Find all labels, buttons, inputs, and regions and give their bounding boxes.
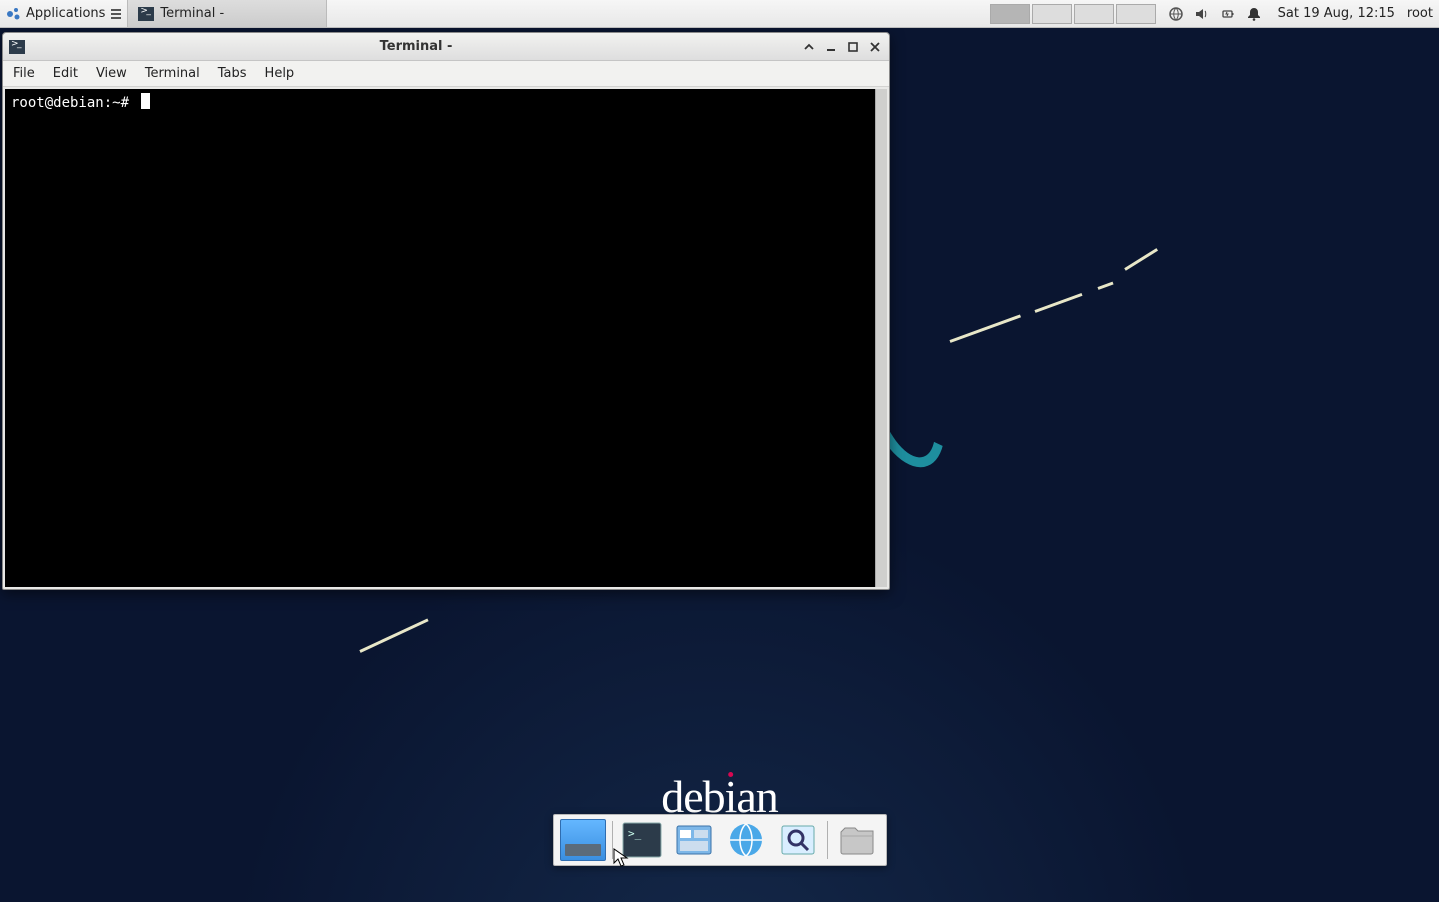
dock-terminal[interactable]: >_	[619, 819, 665, 861]
dock-show-desktop[interactable]	[560, 819, 606, 861]
applications-menu-label: Applications	[26, 6, 105, 21]
dock-separator	[827, 821, 828, 859]
dock-app-finder[interactable]	[775, 819, 821, 861]
folder-icon	[837, 822, 877, 858]
dock-panel: >_	[553, 814, 887, 866]
web-browser-icon	[726, 822, 766, 858]
terminal-menubar: File Edit View Terminal Tabs Help	[3, 61, 889, 87]
top-panel: Applications Terminal - Sat 19 Aug, 12:1…	[0, 0, 1439, 28]
maximize-button[interactable]	[845, 40, 861, 54]
terminal-output[interactable]: root@debian:~#	[5, 89, 875, 587]
menu-terminal[interactable]: Terminal	[145, 66, 200, 81]
dock-web-browser[interactable]	[723, 819, 769, 861]
menu-edit[interactable]: Edit	[53, 66, 78, 81]
notification-icon[interactable]	[1246, 6, 1262, 22]
minimize-button[interactable]	[823, 40, 839, 54]
network-icon[interactable]	[1168, 6, 1184, 22]
workspace-2[interactable]	[1032, 4, 1072, 24]
workspace-1[interactable]	[990, 4, 1030, 24]
terminal-body[interactable]: root@debian:~#	[5, 89, 887, 587]
panel-user[interactable]: root	[1401, 6, 1439, 21]
terminal-window: Terminal - File Edit View Terminal Tabs …	[2, 32, 890, 590]
terminal-icon	[138, 7, 154, 21]
taskbar-item-label: Terminal -	[160, 6, 224, 21]
menu-lines-icon	[111, 9, 121, 19]
app-finder-icon	[778, 822, 818, 858]
workspace-4[interactable]	[1116, 4, 1156, 24]
menu-file[interactable]: File	[13, 66, 35, 81]
xfce-logo-icon	[6, 6, 22, 22]
dock-separator	[612, 821, 613, 859]
shade-button[interactable]	[801, 40, 817, 54]
terminal-icon	[9, 40, 25, 54]
dock-file-manager[interactable]	[671, 819, 717, 861]
terminal-icon: >_	[622, 822, 662, 858]
menu-view[interactable]: View	[96, 66, 127, 81]
taskbar-item-terminal[interactable]: Terminal -	[127, 0, 327, 27]
file-manager-icon	[674, 822, 714, 858]
terminal-cursor	[141, 93, 150, 109]
menu-help[interactable]: Help	[265, 66, 295, 81]
terminal-prompt: root@debian:~#	[11, 95, 137, 111]
svg-text:>_: >_	[628, 827, 642, 840]
panel-clock[interactable]: Sat 19 Aug, 12:15	[1272, 6, 1401, 21]
terminal-scrollbar[interactable]	[875, 89, 887, 587]
window-titlebar[interactable]: Terminal -	[3, 33, 889, 61]
window-title: Terminal -	[31, 39, 801, 54]
menu-tabs[interactable]: Tabs	[218, 66, 247, 81]
workspace-3[interactable]	[1074, 4, 1114, 24]
dock-folder[interactable]	[834, 819, 880, 861]
system-tray	[1158, 0, 1272, 27]
power-icon[interactable]	[1220, 6, 1236, 22]
volume-icon[interactable]	[1194, 6, 1210, 22]
applications-menu-button[interactable]: Applications	[0, 0, 127, 27]
close-button[interactable]	[867, 40, 883, 54]
workspace-switcher[interactable]	[988, 2, 1158, 26]
